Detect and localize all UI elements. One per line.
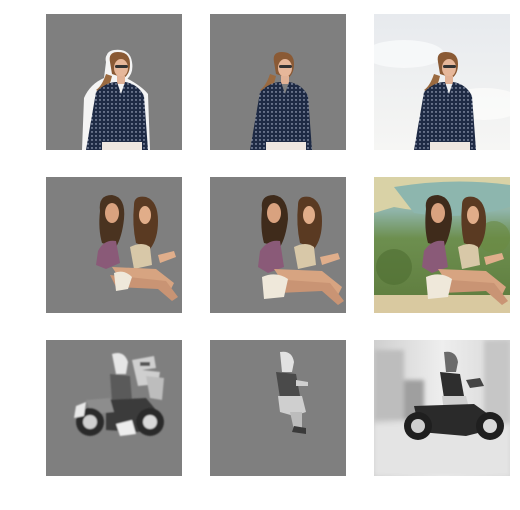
two-women-mask-result-a (46, 177, 182, 313)
rider-mask-result-b (210, 340, 346, 476)
two-women-mask-result-b (210, 177, 346, 313)
rider-mask-result-a (46, 340, 182, 476)
woman-original-photo (374, 14, 510, 150)
woman-mask-result-a (46, 14, 182, 150)
rider-original-photo (374, 340, 510, 476)
woman-mask-result-b (210, 14, 346, 150)
two-women-original-photo (374, 177, 510, 313)
